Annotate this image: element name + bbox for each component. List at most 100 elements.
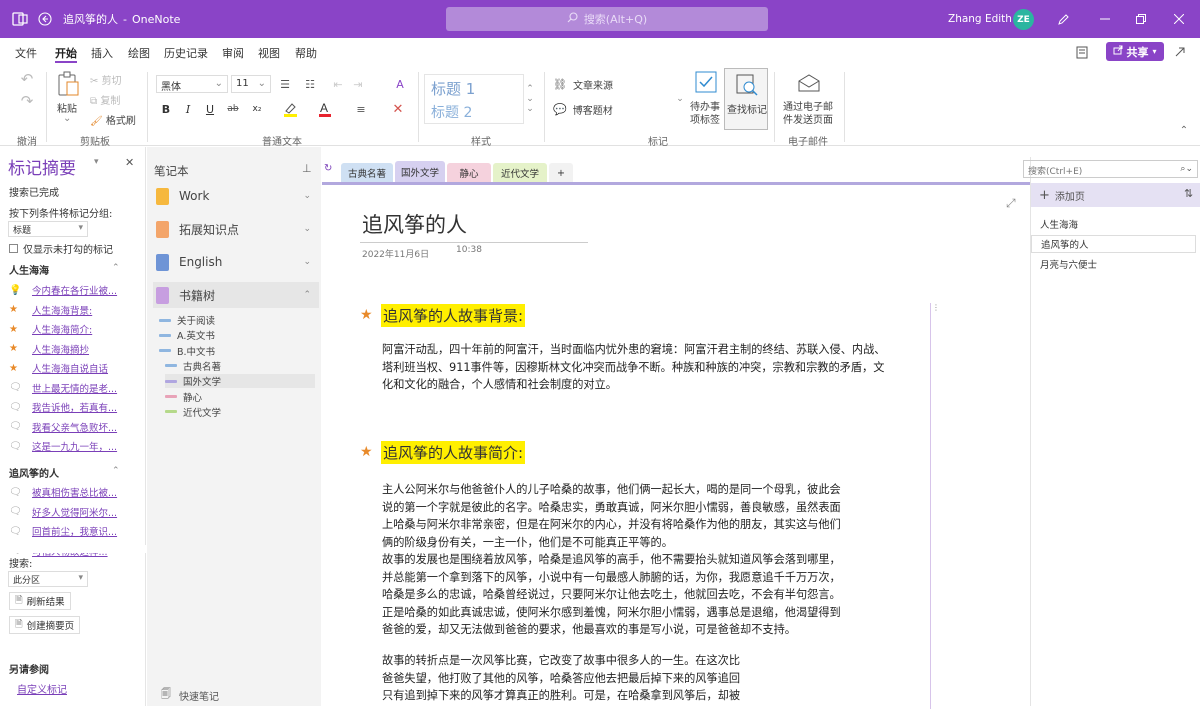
highlight-icon[interactable] xyxy=(280,100,300,118)
menu-history[interactable]: 历史记录 xyxy=(164,45,208,61)
section-tab[interactable]: 近代文学 xyxy=(493,163,547,183)
copy-button[interactable]: ⧉ 复制 xyxy=(90,92,120,107)
italic-icon[interactable]: I xyxy=(180,100,196,118)
section-item[interactable]: 国外文学 xyxy=(165,374,315,389)
chevron-down-icon[interactable]: ⌄ xyxy=(303,191,311,201)
tag-source[interactable]: ⛓ 文章来源 xyxy=(553,77,613,92)
bullets-icon[interactable]: ☰ xyxy=(275,75,295,93)
chevron-down-icon[interactable]: ⌄ xyxy=(303,257,311,267)
pen-icon[interactable] xyxy=(1054,10,1072,28)
paragraph[interactable]: 阿富汗动乱，四十年前的阿富汗，当时面临内忧外患的窘境：阿富汗君主制的终结、苏联入… xyxy=(382,341,922,394)
chevron-up-icon[interactable]: ⌃ xyxy=(112,466,120,476)
notebook-icon[interactable] xyxy=(1074,44,1090,60)
find-tags-button[interactable]: 查找标记 xyxy=(724,68,768,130)
chevron-up-icon[interactable]: ⌃ xyxy=(112,263,120,273)
create-summary-button[interactable]: 🗎 创建摘要页 xyxy=(9,616,81,634)
section-tab[interactable]: 古典名著 xyxy=(341,163,393,183)
tag-summary-text[interactable]: 世上最无情的是老... xyxy=(32,381,117,395)
collapse-ribbon-icon[interactable]: ⌃ xyxy=(1178,124,1190,136)
tag-summary-item[interactable]: ★ 人生海海自说自话 xyxy=(9,361,108,376)
refresh-results-button[interactable]: 🗎 刷新结果 xyxy=(9,592,71,610)
sort-icon[interactable]: ⇅ xyxy=(1184,187,1193,200)
font-family-select[interactable]: 黑体 ⌄ xyxy=(156,75,228,93)
indent-icon[interactable]: ⇥ xyxy=(350,75,366,93)
tag-summary-text[interactable]: 我告诉他，若真有... xyxy=(32,400,117,414)
section-item[interactable]: 关于阅读 xyxy=(159,313,215,327)
tag-summary-text[interactable]: 人生海海自说自话 xyxy=(32,361,108,375)
section-tab[interactable]: + xyxy=(549,163,573,183)
notebook-item[interactable]: 拓展知识点 ⌄ xyxy=(153,216,319,242)
numbering-icon[interactable]: ☷ xyxy=(300,75,320,93)
underline-icon[interactable]: U xyxy=(202,100,218,118)
tag-summary-item[interactable]: ★ 人生海海简介: xyxy=(9,322,92,337)
menu-home[interactable]: 开始 xyxy=(55,45,77,63)
bold-icon[interactable]: B xyxy=(158,100,174,118)
tag-summary-item[interactable]: 🗨 被真相伤害总比被... xyxy=(9,485,117,500)
more-options-icon[interactable] xyxy=(1172,44,1188,60)
paste-chevron-icon[interactable]: ⌄ xyxy=(63,113,71,124)
tag-summary-item[interactable]: 🗨 我看父亲气急败坏... xyxy=(9,420,117,434)
section-tab[interactable]: 静心 xyxy=(447,163,491,183)
chevron-down-icon[interactable]: ⌄ xyxy=(303,224,311,234)
menu-help[interactable]: 帮助 xyxy=(295,45,317,61)
tag-summary-item[interactable]: 🗨 好多人觉得阿米尔... xyxy=(9,505,117,519)
tag-blog[interactable]: 💬 博客题材 xyxy=(553,102,613,117)
quick-notes-button[interactable]: 🗐 快速笔记 xyxy=(161,687,219,704)
notebook-item[interactable]: English ⌄ xyxy=(153,249,319,275)
tag-summary-text[interactable]: 今内春在各行业被... xyxy=(32,283,117,297)
section-item[interactable]: B.中文书 xyxy=(159,344,215,358)
share-button[interactable]: 共享 ▾ xyxy=(1106,42,1164,61)
unchecked-only-checkbox[interactable]: 仅显示未打勾的标记 xyxy=(9,241,113,256)
avatar[interactable]: ZE xyxy=(1013,9,1034,30)
font-color-icon[interactable]: A xyxy=(315,100,335,118)
page-search-input[interactable]: 搜索(Ctrl+E) ⌕⌄ xyxy=(1023,160,1198,178)
page-canvas[interactable]: ⤢ 追风筝的人 2022年11月6日 10:38 ⋮ ★ 追风筝的人故事背景: … xyxy=(322,182,1030,709)
todo-tag-button[interactable]: 待办事 项标签 xyxy=(688,70,724,130)
notebook-item[interactable]: Work ⌄ xyxy=(153,183,319,209)
group-by-select[interactable]: 标题 ▾ xyxy=(8,221,88,237)
tag-summary-item[interactable]: 🗨 我告诉他，若真有... xyxy=(9,400,117,415)
menu-file[interactable]: 文件 xyxy=(15,45,37,61)
close-pane-icon[interactable]: ✕ xyxy=(125,156,134,169)
tag-summary-text[interactable]: 人生海海简介: xyxy=(32,322,92,336)
chevron-up-icon[interactable]: ⌃ xyxy=(303,290,311,300)
undo-icon[interactable]: ↶ xyxy=(18,70,36,88)
styles-scroll-icon[interactable]: ⌃ ⌄ ⌄ xyxy=(524,74,536,124)
add-page-button[interactable]: + 添加页 xyxy=(1031,183,1200,207)
menu-draw[interactable]: 绘图 xyxy=(128,45,150,61)
tag-summary-item[interactable]: 🗨 世上最无情的是老... xyxy=(9,381,117,395)
strikethrough-icon[interactable]: ab xyxy=(225,100,241,118)
tag-summary-text[interactable]: 这是一九九一年，... xyxy=(32,439,117,453)
chevron-down-icon[interactable]: ▾ xyxy=(94,157,99,167)
tag-summary-text[interactable]: 我看父亲气急败坏... xyxy=(32,420,117,434)
pin-icon[interactable]: ⊥ xyxy=(302,162,312,175)
outline-handle-icon[interactable]: ⋮ xyxy=(932,303,940,312)
cut-button[interactable]: ✂ 剪切 xyxy=(90,72,122,87)
clear-format-icon[interactable]: A xyxy=(391,75,409,93)
style-heading1[interactable]: 标题 1 xyxy=(431,78,475,99)
page-list-item[interactable]: 人生海海 xyxy=(1031,215,1196,233)
font-size-select[interactable]: 11 ⌄ xyxy=(231,75,271,93)
format-painter-button[interactable]: 🖌 格式刷 xyxy=(90,112,136,127)
tag-summary-text[interactable]: 人生海海摘抄 xyxy=(32,342,89,356)
tag-summary-item[interactable]: 🗨 这是一九九一年，... xyxy=(9,439,117,454)
search-box[interactable]: 搜索(Alt+Q) xyxy=(446,7,768,31)
page-list-item[interactable]: 月亮与六便士 xyxy=(1031,255,1196,273)
clear-icon[interactable]: ✕ xyxy=(390,100,406,118)
align-icon[interactable]: ≡ xyxy=(352,100,370,118)
tag-summary-text[interactable]: 回首前尘，我意识... xyxy=(32,524,117,538)
customize-tags-link[interactable]: 自定义标记 xyxy=(17,681,67,696)
tag-summary-item[interactable]: 💡 今内春在各行业被... xyxy=(9,283,117,298)
menu-view[interactable]: 视图 xyxy=(258,45,280,61)
page-list-item[interactable]: 追风筝的人 xyxy=(1031,235,1196,253)
tag-summary-item[interactable]: ★ 人生海海背景: xyxy=(9,303,92,317)
paragraph[interactable]: 主人公阿米尔与他爸爸仆人的儿子哈桑的故事，他们俩一起长大，喝的是同一个母乳，彼此… xyxy=(382,481,922,639)
paste-icon[interactable] xyxy=(55,70,81,98)
search-scope-select[interactable]: 此分区 ▾ xyxy=(8,571,88,587)
section-tab[interactable]: 国外文学 xyxy=(395,161,445,183)
tag-summary-item[interactable]: 🗨 回首前尘，我意识... xyxy=(9,524,117,539)
section-item[interactable]: A.英文书 xyxy=(159,328,215,342)
style-heading2[interactable]: 标题 2 xyxy=(431,102,472,122)
redo-icon[interactable]: ↷ xyxy=(18,92,36,110)
section-item[interactable]: 静心 xyxy=(165,390,202,404)
